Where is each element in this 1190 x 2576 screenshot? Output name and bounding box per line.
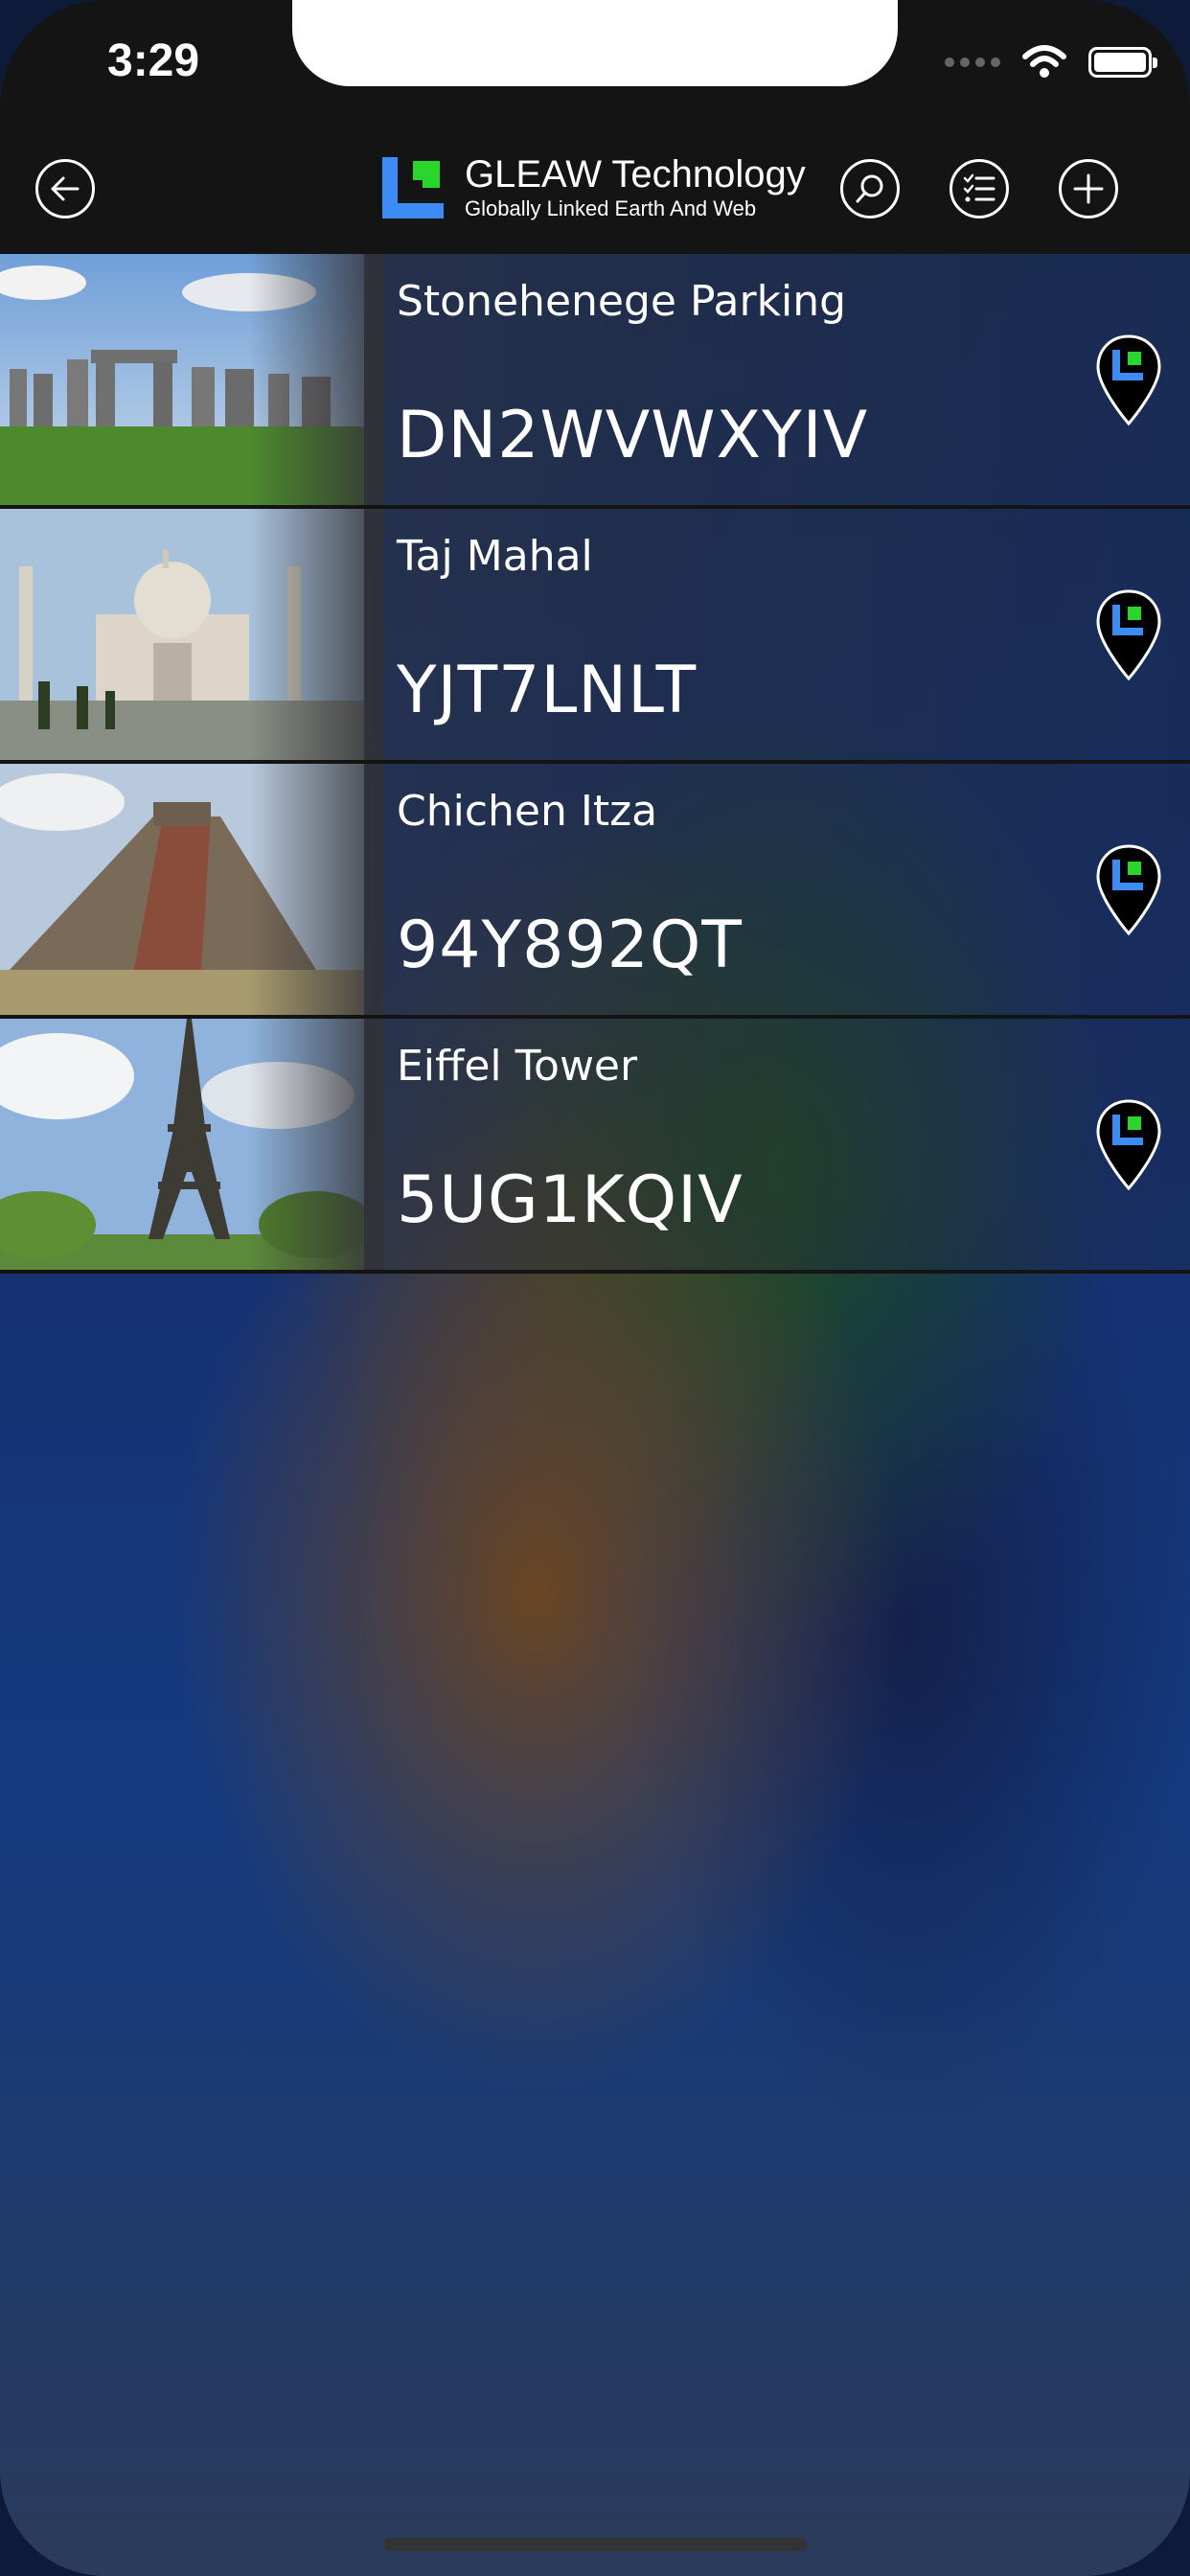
places-list: Stonehenege Parking DN2WVWXYIV Taj Mahal… [0, 254, 1190, 1274]
plus-icon [1073, 173, 1104, 204]
list-item[interactable]: Eiffel Tower 5UG1KQIV [0, 1019, 1190, 1274]
add-button[interactable] [1059, 159, 1118, 218]
location-pin-icon[interactable] [1095, 589, 1162, 681]
list-item[interactable]: Chichen Itza 94Y892QT [0, 764, 1190, 1019]
place-name: Chichen Itza [397, 787, 658, 836]
place-code: DN2WVWXYIV [397, 398, 869, 473]
location-pin-icon[interactable] [1095, 334, 1162, 426]
list-item[interactable]: Taj Mahal YJT7LNLT [0, 509, 1190, 764]
status-indicators [945, 38, 1157, 86]
place-name: Stonehenege Parking [397, 277, 847, 326]
place-name: Taj Mahal [397, 532, 593, 581]
home-indicator[interactable] [383, 2538, 807, 2551]
search-button[interactable] [840, 159, 900, 218]
location-pin-icon[interactable] [1095, 1099, 1162, 1191]
checklist-icon [963, 173, 995, 202]
cellular-signal-icon [945, 58, 1000, 67]
gleaw-logo-icon [378, 153, 447, 222]
brand: GLEAW Technology Globally Linked Earth A… [378, 153, 806, 222]
device-notch [292, 0, 898, 86]
app-screen: 3:29 GLEAW Technology Globally Linked Ea… [0, 0, 1190, 2576]
location-pin-icon[interactable] [1095, 844, 1162, 936]
place-code: 94Y892QT [397, 908, 743, 983]
place-code: YJT7LNLT [397, 653, 698, 728]
app-title: GLEAW Technology [465, 153, 806, 196]
list-item[interactable]: Stonehenege Parking DN2WVWXYIV [0, 254, 1190, 509]
top-bar: 3:29 GLEAW Technology Globally Linked Ea… [0, 0, 1190, 254]
status-time: 3:29 [107, 35, 200, 86]
place-code: 5UG1KQIV [397, 1162, 744, 1238]
wifi-icon [1022, 45, 1066, 78]
battery-icon [1088, 47, 1157, 78]
place-name: Eiffel Tower [397, 1042, 638, 1091]
app-subtitle: Globally Linked Earth And Web [465, 196, 757, 220]
search-icon [856, 174, 883, 203]
back-button[interactable] [35, 159, 95, 218]
back-arrow-icon [51, 176, 80, 201]
list-button[interactable] [950, 159, 1009, 218]
